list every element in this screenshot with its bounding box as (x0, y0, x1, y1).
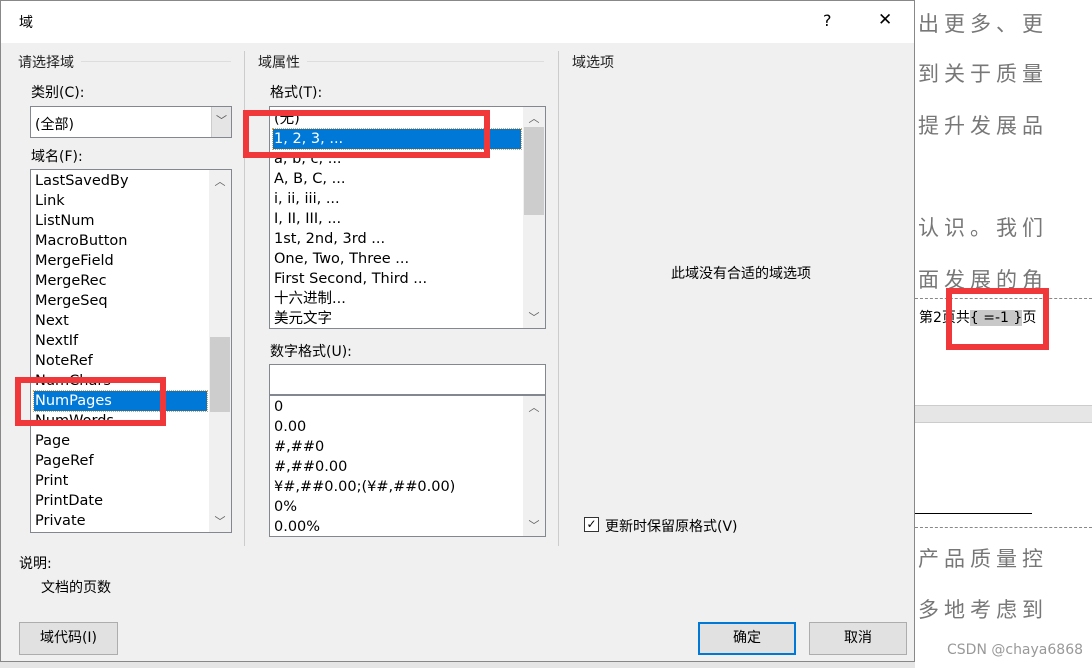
list-item[interactable]: #,##0.00 (273, 457, 521, 477)
format-list[interactable]: 美元文字 十六进制... First Second, Third ... One, T… (269, 106, 546, 329)
category-value: (全部) (35, 117, 74, 133)
list-item[interactable]: 0.00 (273, 417, 521, 437)
list-item[interactable]: A, B, C, ... (273, 169, 521, 189)
ok-button[interactable]: 确定 (698, 622, 796, 655)
list-item[interactable]: Print (34, 471, 207, 491)
field-codes-button[interactable]: 域代码(I) (19, 622, 118, 655)
list-item[interactable]: NumPages (33, 390, 208, 412)
chevron-up-icon[interactable]: ︿ (209, 173, 231, 189)
numformat-input[interactable] (269, 364, 546, 395)
list-item[interactable]: ¥#,##0.00;(¥#,##0.00) (273, 477, 521, 497)
numformat-list[interactable]: 0.00% 0% ¥#,##0.00;(¥#,##0.00) #,##0.00 #,##… (269, 395, 546, 537)
doc-line: 认识。我们 (918, 216, 1048, 240)
list-item[interactable]: (无) (273, 109, 521, 129)
list-item[interactable]: 1, 2, 3, ... (272, 128, 522, 150)
list-item[interactable]: Link (34, 191, 207, 211)
description-label: 说明: (19, 556, 52, 572)
doc-line: 产品质量控 (918, 547, 1048, 571)
chevron-up-icon[interactable]: ︿ (523, 110, 545, 126)
list-item[interactable]: PageRef (34, 451, 207, 471)
doc-line: 到关于质量 (918, 62, 1048, 86)
list-item[interactable]: MergeSeq (34, 291, 207, 311)
numformat-label: 数字格式(U): (270, 344, 352, 360)
doc-line: 出更多、更 (918, 12, 1048, 36)
scroll-thumb[interactable] (210, 337, 230, 412)
list-item[interactable]: #,##0 (273, 437, 521, 457)
list-item[interactable]: MergeField (34, 251, 207, 271)
footer-prefix: 第2页共 (919, 310, 970, 326)
list-item[interactable]: 美元文字 (273, 309, 521, 328)
page-footer[interactable]: 第2页共{ =-1 }页 (919, 307, 1036, 327)
list-item[interactable]: NoteRef (34, 351, 207, 371)
fieldname-list[interactable]: Private PrintDate Print PageRef Page NumWords… (30, 169, 232, 533)
section-choose-field: 请选择域 (18, 55, 74, 71)
list-item[interactable]: 十六进制... (273, 289, 521, 309)
category-select[interactable]: (全部) ﹀ (30, 106, 232, 138)
field-code[interactable]: { =-1 } (969, 310, 1023, 326)
list-item[interactable]: MergeRec (34, 271, 207, 291)
list-item[interactable]: One, Two, Three ... (273, 249, 521, 269)
close-button[interactable]: ✕ (878, 10, 892, 30)
scrollbar[interactable]: ︿ ﹀ (209, 170, 231, 532)
watermark: CSDN @chaya6868 (947, 642, 1084, 658)
chevron-down-icon[interactable]: ﹀ (211, 107, 231, 137)
field-dialog: 域 ? ✕ 请选择域 域属性 域选项 类别(C): (全部) ﹀ 域名(F): … (0, 0, 915, 662)
list-item[interactable]: 0 (273, 397, 521, 417)
footer-suffix: 页 (1022, 310, 1037, 326)
list-item[interactable]: NextIf (34, 331, 207, 351)
preserve-format-label[interactable]: 更新时保留原格式(V) (605, 516, 738, 536)
preserve-format-checkbox[interactable]: ✓ (584, 517, 599, 532)
no-options-text: 此域没有合适的域选项 (671, 266, 811, 282)
scroll-thumb[interactable] (524, 127, 544, 215)
help-button[interactable]: ? (823, 11, 832, 30)
title-bar: 域 ? ✕ (1, 1, 914, 43)
doc-line: 多地考虑到 (918, 598, 1048, 622)
doc-line: 面发展的角 (918, 268, 1048, 292)
dialog-title: 域 (19, 15, 33, 31)
chevron-down-icon[interactable]: ﹀ (209, 513, 231, 529)
list-item[interactable]: 0.00% (273, 517, 521, 536)
cancel-button[interactable]: 取消 (809, 622, 907, 655)
list-item[interactable]: 1st, 2nd, 3rd ... (273, 229, 521, 249)
list-item[interactable]: LastSavedBy (34, 171, 207, 191)
section-field-properties: 域属性 (258, 55, 300, 71)
list-item[interactable]: a, b, c, ... (273, 149, 521, 169)
list-item[interactable]: I, II, III, ... (273, 209, 521, 229)
list-item[interactable]: Next (34, 311, 207, 331)
section-field-options: 域选项 (572, 55, 614, 71)
scrollbar[interactable]: ︿ ﹀ (523, 396, 545, 536)
list-item[interactable]: PrintDate (34, 491, 207, 511)
list-item[interactable]: NumChars (34, 371, 207, 391)
list-item[interactable]: Page (34, 431, 207, 451)
list-item[interactable]: First Second, Third ... (273, 269, 521, 289)
list-item[interactable]: Private (34, 511, 207, 531)
scrollbar[interactable]: ︿ ﹀ (523, 107, 545, 328)
chevron-down-icon[interactable]: ﹀ (523, 517, 545, 533)
chevron-up-icon[interactable]: ︿ (523, 399, 545, 415)
fieldname-label: 域名(F): (31, 149, 83, 165)
list-item[interactable]: i, ii, iii, ... (273, 189, 521, 209)
category-label: 类别(C): (31, 85, 85, 101)
description-text: 文档的页数 (41, 580, 111, 596)
list-item[interactable]: 0% (273, 497, 521, 517)
chevron-down-icon[interactable]: ﹀ (523, 309, 545, 325)
list-item[interactable]: NumWords (34, 411, 207, 431)
format-label: 格式(T): (270, 85, 323, 101)
document-page: 出更多、更 到关于质量 提升发展品 认识。我们 面发展的角 第2页共{ =-1 … (915, 0, 1092, 668)
doc-line: 提升发展品 (918, 114, 1048, 138)
list-item[interactable]: ListNum (34, 211, 207, 231)
list-item[interactable]: MacroButton (34, 231, 207, 251)
